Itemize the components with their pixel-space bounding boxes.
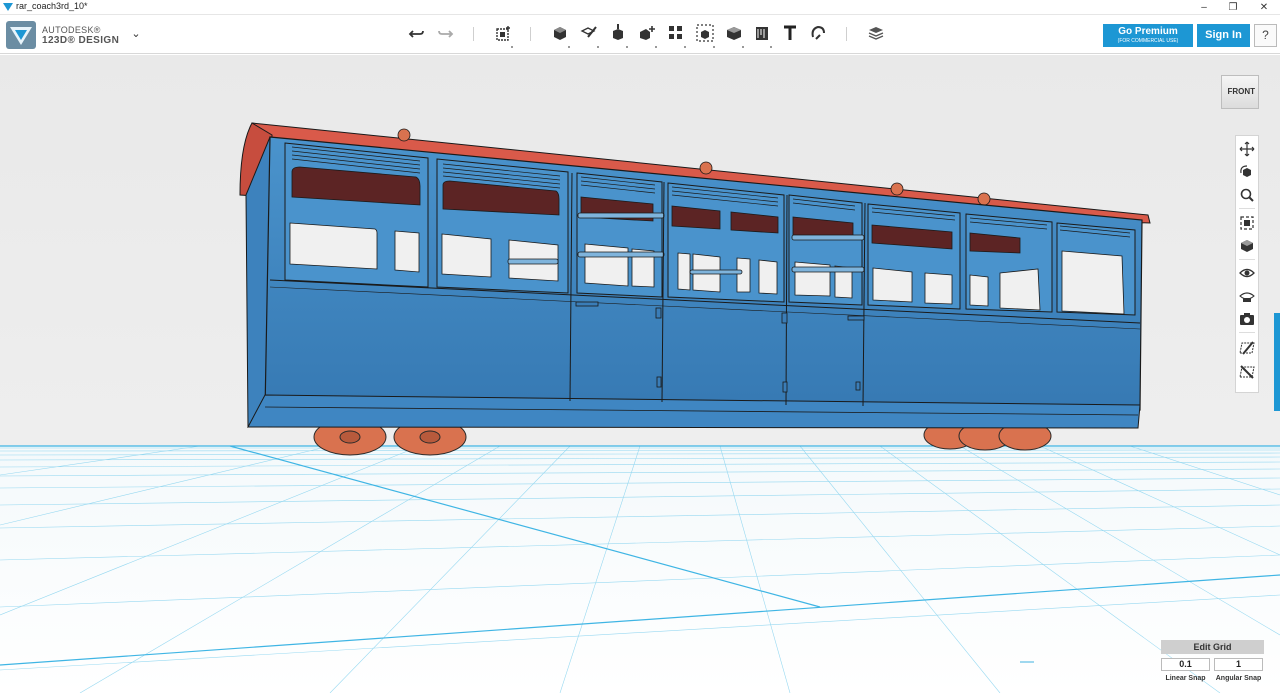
app-window: rar_coach3rd_10* – ❐ ✕ AUTODESK® 123D® D… [0,0,1280,693]
sketch-icon [580,26,597,38]
grid-indicator [1020,661,1034,663]
linear-snap-label: Linear Snap [1165,675,1206,682]
modify-icon [640,26,655,40]
snap-button[interactable] [808,23,828,43]
orbit-icon [1240,165,1251,177]
main-toolbar: AUTODESK® 123D® DESIGN ⌄ Go Premium (FOR… [0,15,1280,54]
undo-button[interactable] [407,23,427,43]
orbit-button[interactable] [1238,163,1256,181]
combine-icon [727,27,741,40]
sign-in-button[interactable]: Sign In [1197,24,1250,47]
hide-grid-icon [1239,365,1255,379]
view-icon [1241,240,1253,252]
snap-grid-button[interactable] [1238,339,1256,357]
visibility-icon [1239,268,1255,278]
hide-grid-button[interactable] [1238,363,1256,381]
pattern-icon [669,26,682,39]
undo-icon [408,30,424,38]
view-cube-face[interactable]: FRONT [1221,75,1259,109]
angular-snap-field[interactable]: 1 [1214,658,1263,671]
fit-button[interactable] [1238,214,1256,232]
brand-product: 123D® DESIGN [42,35,120,46]
fit-icon [1240,216,1254,230]
title-bar: rar_coach3rd_10* – ❐ ✕ [0,0,1280,15]
transform-button[interactable] [493,23,513,48]
redo-icon [438,30,454,38]
materials-view-button[interactable] [1238,287,1256,305]
scene-render [0,122,1280,693]
measure-button[interactable] [752,23,772,48]
sketch-button[interactable] [579,23,599,48]
toolbar-separator [473,27,474,41]
side-panel-tab[interactable] [1274,313,1280,411]
screenshot-icon [1240,313,1254,325]
toolbar-separator [530,27,531,41]
layers-icon [868,27,884,40]
minimize-button[interactable]: – [1190,0,1218,15]
zoom-button[interactable] [1238,186,1256,204]
snap-grid-icon [1239,341,1255,355]
angular-snap-label: Angular Snap [1215,675,1262,682]
go-premium-sublabel: (FOR COMMERCIAL USE) [1117,38,1179,44]
go-premium-button[interactable]: Go Premium (FOR COMMERCIAL USE) [1103,24,1193,47]
snap-icon [811,25,825,40]
pattern-button[interactable] [666,23,686,48]
construct-button[interactable] [608,23,628,48]
restore-button[interactable]: ❐ [1219,0,1247,15]
chevron-down-icon[interactable]: ⌄ [128,27,144,41]
zoom-icon [1240,188,1254,202]
cube-primitive-icon [554,27,566,40]
go-premium-label: Go Premium [1118,26,1178,37]
help-button[interactable]: ? [1254,24,1277,47]
combine-button[interactable] [724,23,744,48]
pan-icon [1239,141,1255,157]
navigation-bar [1235,135,1259,393]
view-cube[interactable]: FRONT [1217,71,1261,111]
close-button[interactable]: ✕ [1250,0,1278,15]
ground-grid [0,445,1280,693]
primitives-button[interactable] [550,23,570,48]
text-button[interactable] [780,23,800,43]
window-title: rar_coach3rd_10* [16,1,88,11]
edit-grid-button[interactable]: Edit Grid [1161,640,1264,654]
measure-icon [756,27,768,40]
text-icon [784,25,796,40]
pan-button[interactable] [1238,140,1256,158]
app-logo[interactable] [6,21,36,49]
linear-snap-field[interactable]: 0.1 [1161,658,1210,671]
group-button[interactable] [695,23,715,48]
view-button[interactable] [1238,237,1256,255]
screenshot-button[interactable] [1238,310,1256,328]
toolbar-separator [846,27,847,41]
3d-viewport[interactable]: FRONT Edit Grid 0.1 1 Linear Snap Angula… [0,55,1280,693]
visibility-button[interactable] [1238,264,1256,282]
coach-model [239,122,1151,429]
materials-button[interactable] [866,23,886,43]
app-logo-icon [3,3,13,11]
group-icon [696,24,714,42]
materials-view-icon [1239,292,1255,302]
modify-button[interactable] [637,23,657,48]
construct-icon [613,24,623,40]
transform-icon [496,26,510,41]
redo-button[interactable] [435,23,455,43]
brand-company: AUTODESK® [42,25,101,35]
